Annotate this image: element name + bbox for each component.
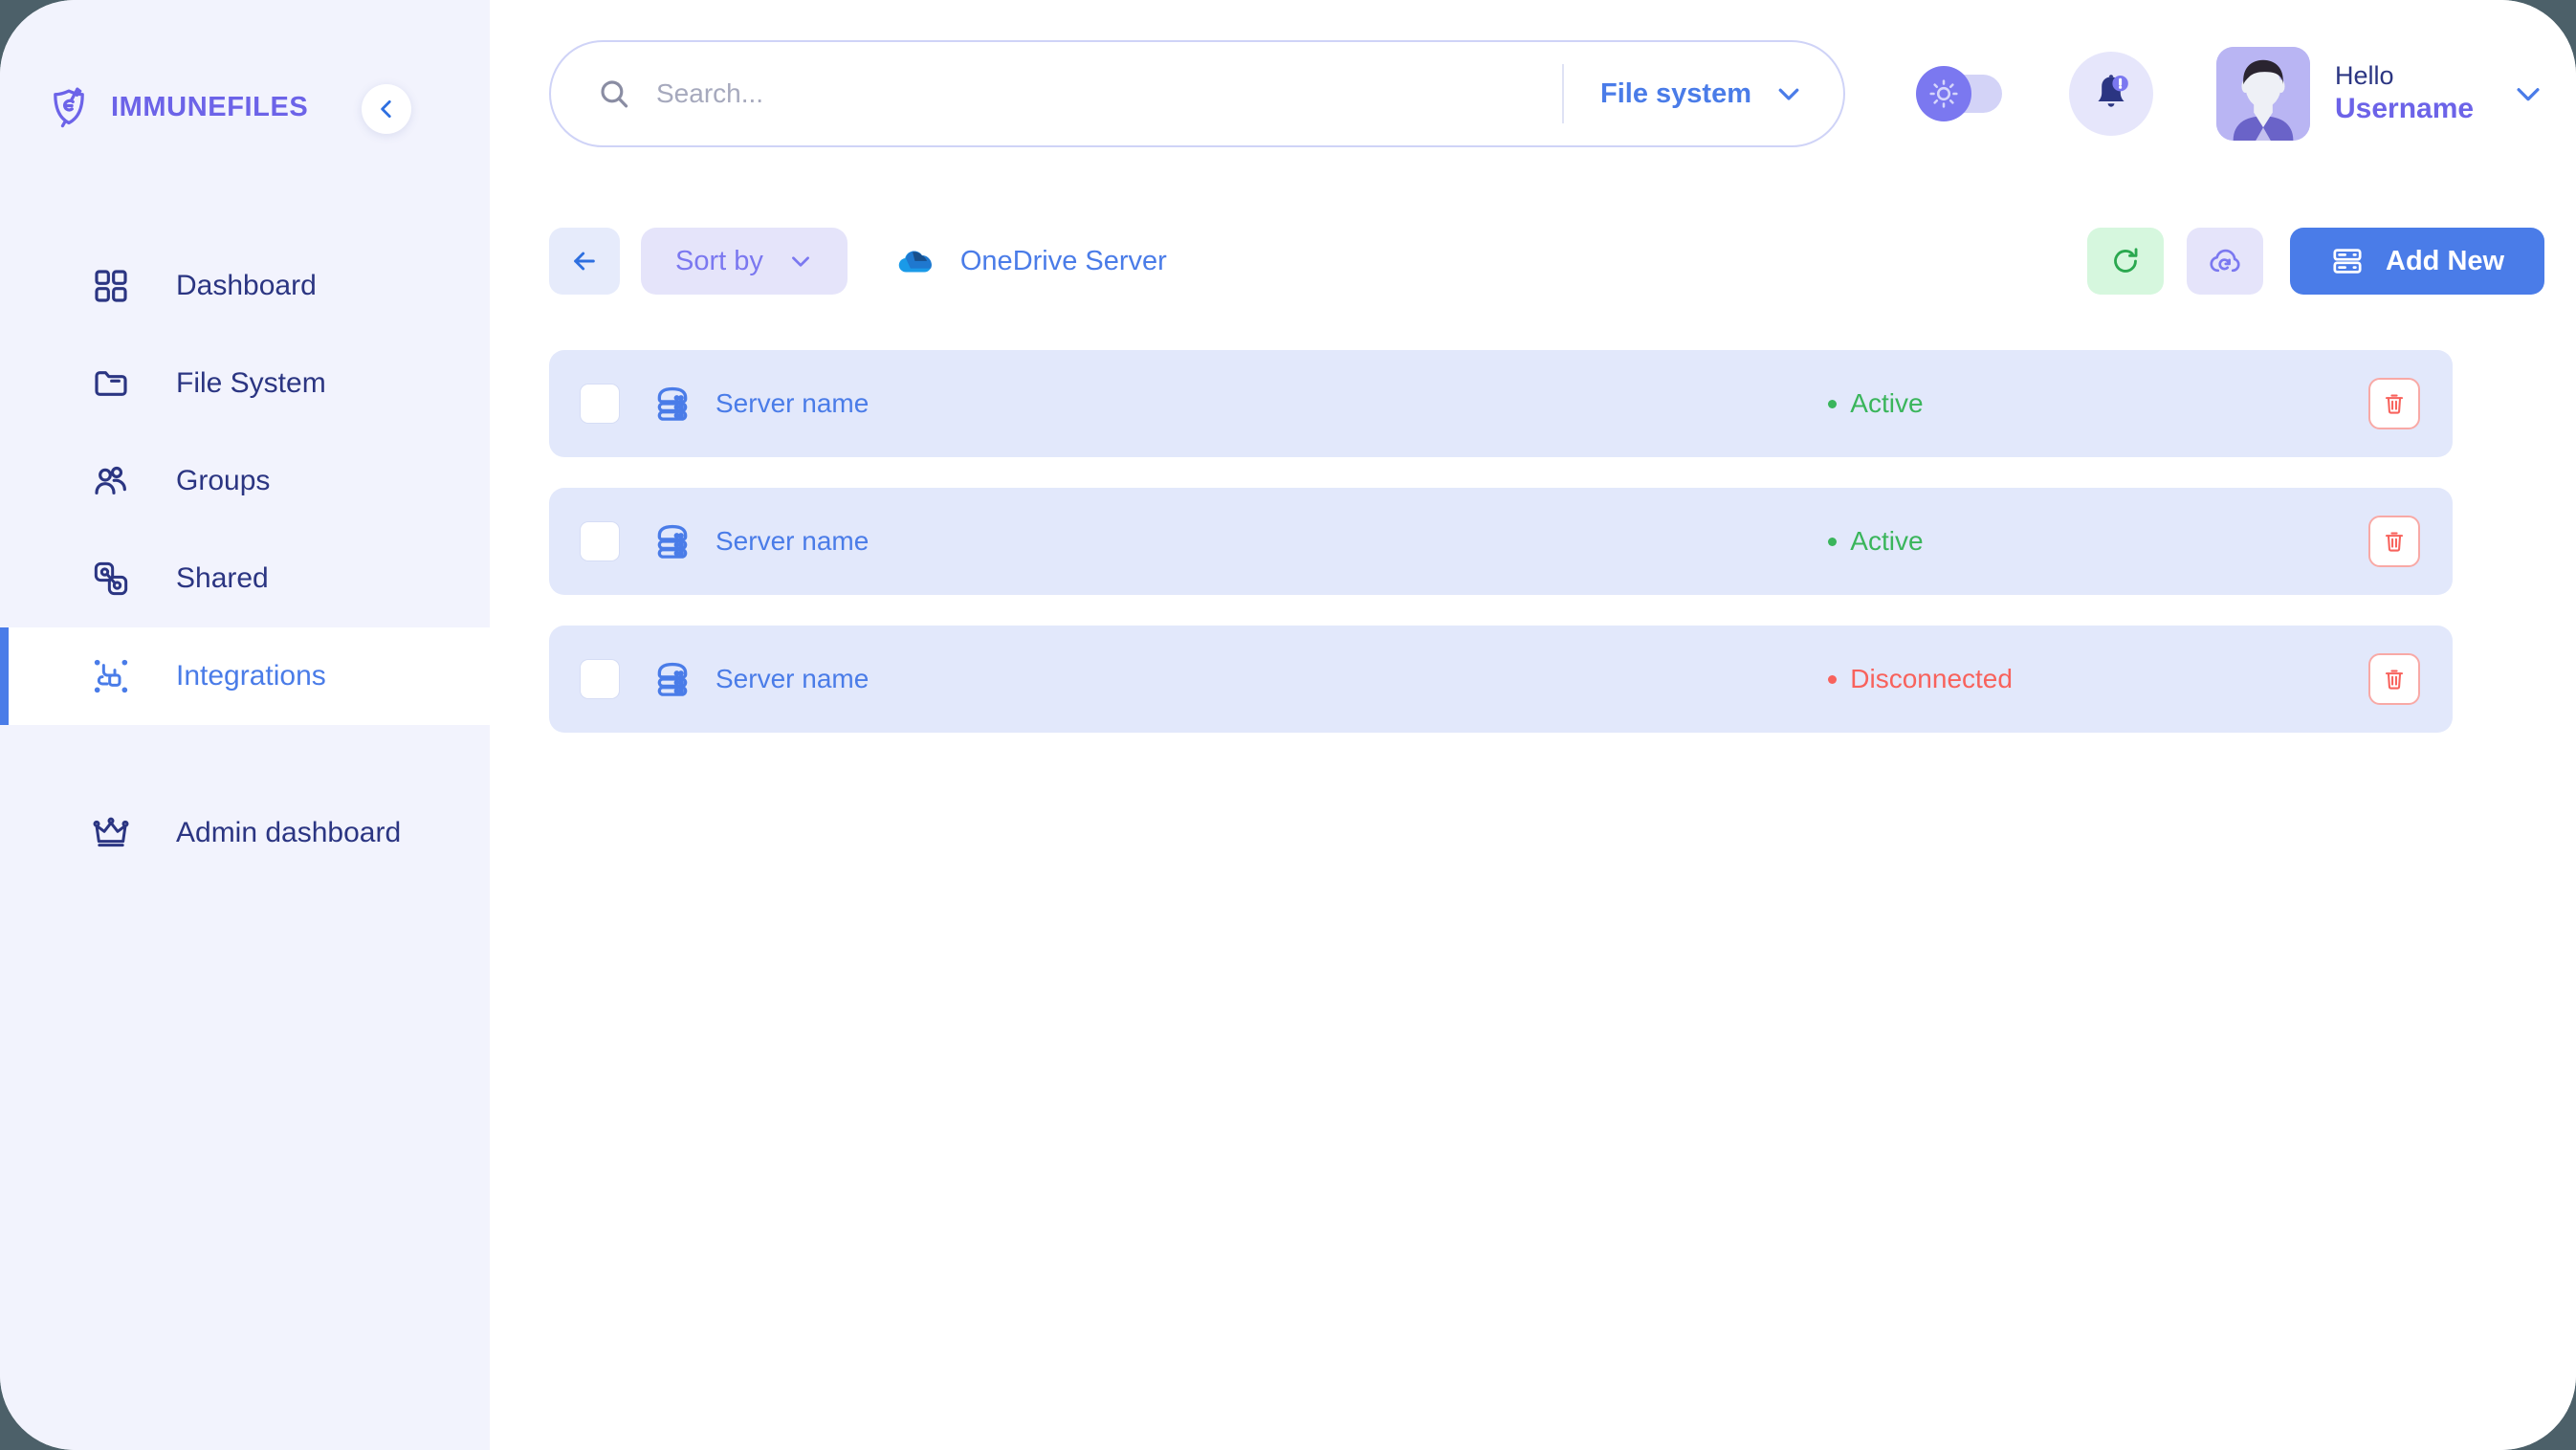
add-new-button[interactable]: Add New xyxy=(2290,228,2545,295)
breadcrumb-label: OneDrive Server xyxy=(959,245,1167,276)
arrow-left-icon xyxy=(574,252,595,271)
back-button[interactable] xyxy=(549,228,620,295)
theme-toggle[interactable] xyxy=(1916,66,2002,121)
delete-button[interactable] xyxy=(2368,653,2420,705)
integrations-nodes-icon xyxy=(90,655,132,697)
sort-by-dropdown[interactable]: Sort by xyxy=(641,228,848,295)
row-middle: Active xyxy=(869,488,2368,595)
sort-by-label: Sort by xyxy=(675,245,763,276)
user-text: Hello Username xyxy=(2335,61,2474,125)
cloud-sync-icon xyxy=(2210,249,2240,273)
row-middle: Disconnected xyxy=(869,626,2368,733)
user-menu[interactable]: Hello Username xyxy=(2216,47,2544,141)
sidebar-item-label: Groups xyxy=(176,465,271,496)
sidebar-item-dashboard[interactable]: Dashboard xyxy=(0,237,490,335)
trash-icon xyxy=(2385,532,2404,552)
table-row[interactable]: Server name Active xyxy=(549,350,2453,457)
sidebar-item-file-system[interactable]: File System xyxy=(0,335,490,432)
main-content: File system xyxy=(490,0,2576,1450)
search-icon xyxy=(593,73,635,115)
brand: IMMUNEFILES xyxy=(0,69,490,145)
users-group-icon xyxy=(90,460,132,502)
avatar xyxy=(2216,47,2310,141)
status-badge: Active xyxy=(1828,388,1924,419)
status-dot-icon xyxy=(1828,674,1838,684)
server-stack-icon xyxy=(650,657,694,701)
sidebar-item-label: Admin dashboard xyxy=(176,817,402,848)
top-header: File system xyxy=(549,0,2544,163)
table-row[interactable]: Server name Disconnected xyxy=(549,626,2453,733)
toolbar: Sort by OneDrive Server Add New xyxy=(549,228,2545,295)
status-badge: Disconnected xyxy=(1828,664,2013,694)
status-badge: Active xyxy=(1828,526,1924,557)
row-checkbox[interactable] xyxy=(580,384,620,424)
delete-button[interactable] xyxy=(2368,378,2420,429)
chevron-down-icon xyxy=(788,249,813,274)
sun-icon xyxy=(1916,66,1971,121)
status-label: Active xyxy=(1850,526,1924,556)
sidebar-item-label: Shared xyxy=(176,562,269,594)
status-dot-icon xyxy=(1828,399,1838,408)
cloud-sync-button[interactable] xyxy=(2187,228,2264,295)
chevron-left-icon xyxy=(381,100,391,118)
server-stack-icon xyxy=(650,519,694,563)
shared-link-icon xyxy=(90,558,132,600)
search-scope-label: File system xyxy=(1600,77,1751,109)
table-row[interactable]: Server name Active xyxy=(549,488,2453,595)
sidebar-item-label: Dashboard xyxy=(176,270,317,301)
status-dot-icon xyxy=(1828,537,1838,546)
sidebar-item-admin-dashboard[interactable]: Admin dashboard xyxy=(0,784,490,882)
sidebar-item-integrations[interactable]: Integrations xyxy=(0,627,490,725)
refresh-icon xyxy=(2114,248,2138,273)
sidebar-collapse-button[interactable] xyxy=(362,84,411,134)
sidebar: IMMUNEFILES Dashboard File System Groups… xyxy=(0,0,490,1450)
search-bar: File system xyxy=(549,40,1845,147)
trash-icon xyxy=(2385,394,2404,414)
add-new-label: Add New xyxy=(2386,245,2505,276)
bell-icon xyxy=(2098,75,2128,107)
row-middle: Active xyxy=(869,350,2368,457)
refresh-button[interactable] xyxy=(2087,228,2165,295)
chevron-down-icon xyxy=(1774,79,1803,108)
server-rack-icon xyxy=(2330,244,2365,278)
row-checkbox[interactable] xyxy=(580,659,620,699)
server-name: Server name xyxy=(716,388,870,418)
chevron-down-icon[interactable] xyxy=(2512,77,2544,110)
breadcrumb[interactable]: OneDrive Server xyxy=(892,237,1167,285)
brand-name: IMMUNEFILES xyxy=(111,91,309,122)
status-label: Disconnected xyxy=(1850,664,2013,693)
sidebar-nav: Dashboard File System Groups Shared Inte… xyxy=(0,237,490,882)
server-list: Server name Active Server name Active Se… xyxy=(549,350,2544,733)
server-name: Server name xyxy=(716,664,870,693)
server-name: Server name xyxy=(716,526,870,556)
row-checkbox[interactable] xyxy=(580,521,620,561)
shield-immunity-icon xyxy=(44,82,94,132)
delete-button[interactable] xyxy=(2368,516,2420,567)
user-name: Username xyxy=(2335,93,2475,125)
sidebar-item-shared[interactable]: Shared xyxy=(0,530,490,627)
notifications-button[interactable] xyxy=(2069,52,2153,136)
sidebar-item-label: Integrations xyxy=(176,660,326,692)
trash-icon xyxy=(2385,670,2404,690)
status-label: Active xyxy=(1850,388,1924,418)
sidebar-item-groups[interactable]: Groups xyxy=(0,432,490,530)
search-input[interactable] xyxy=(656,42,1563,145)
folder-icon xyxy=(90,362,132,405)
crown-icon xyxy=(90,812,132,854)
server-stack-icon xyxy=(650,382,694,426)
sidebar-item-label: File System xyxy=(176,367,326,399)
onedrive-cloud-icon xyxy=(892,237,939,285)
search-scope-dropdown[interactable]: File system xyxy=(1564,78,1843,110)
app-window: IMMUNEFILES Dashboard File System Groups… xyxy=(0,0,2576,1450)
user-greeting: Hello xyxy=(2335,61,2394,91)
grid-squares-icon xyxy=(90,265,132,307)
